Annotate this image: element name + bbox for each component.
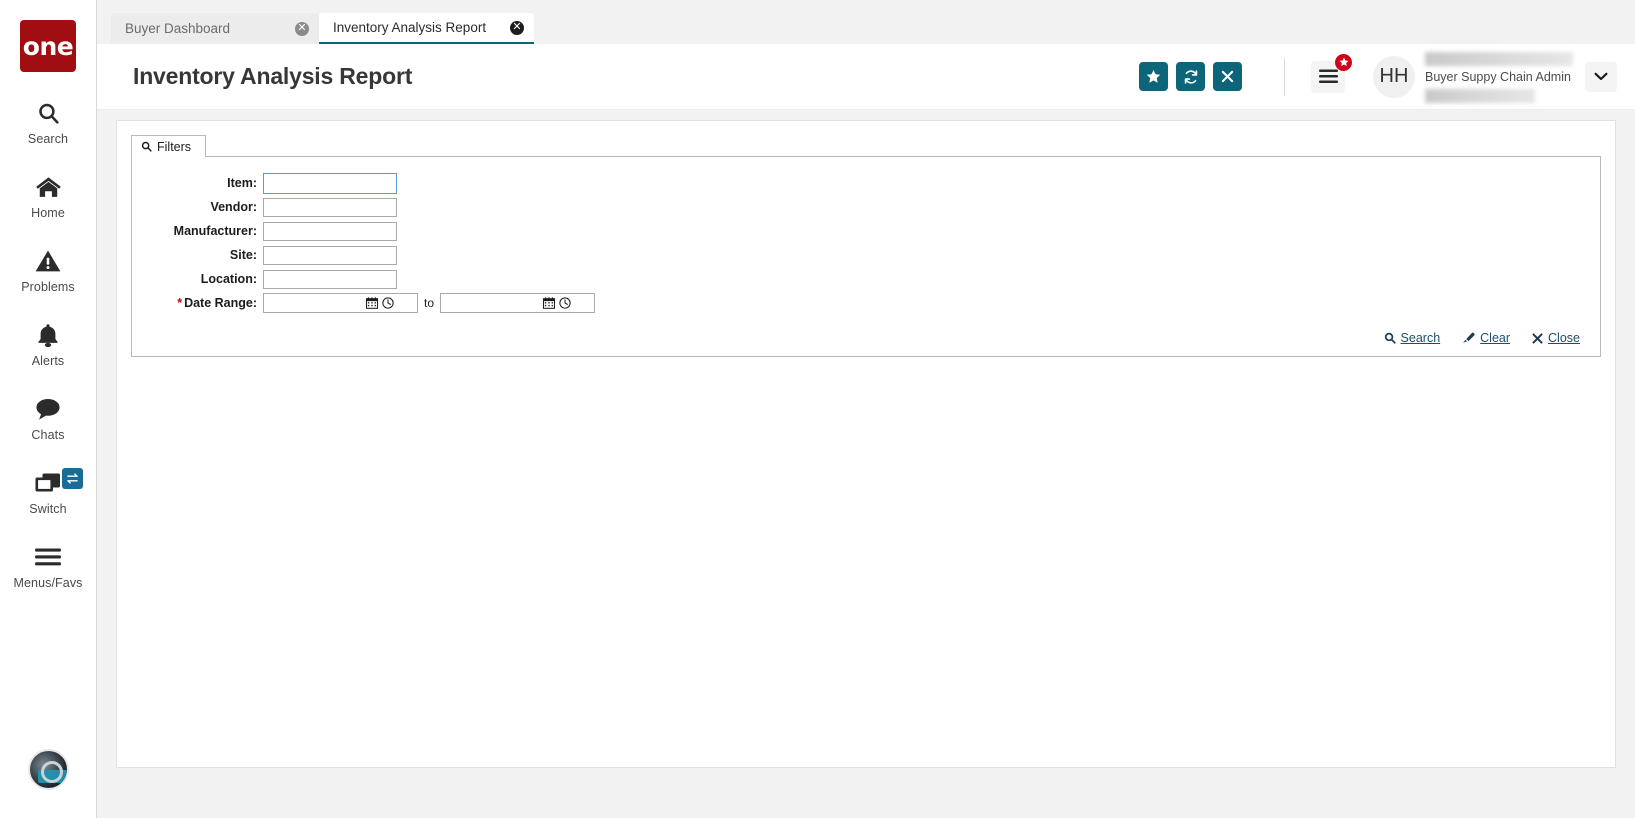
clear-link[interactable]: Clear <box>1462 331 1510 345</box>
item-input[interactable] <box>263 172 397 194</box>
page-header: Inventory Analysis Report HH Buyer Suppy… <box>97 44 1635 110</box>
chat-bubble-icon <box>34 394 62 424</box>
tab-inventory-analysis-report[interactable]: Inventory Analysis Report ✕ <box>319 13 534 44</box>
vendor-input[interactable] <box>263 197 397 217</box>
close-button[interactable] <box>1213 62 1242 91</box>
x-icon <box>1221 70 1234 83</box>
field-row-site: Site: <box>146 243 1586 267</box>
header-divider <box>1284 57 1285 96</box>
date-to-group <box>440 293 596 313</box>
tab-buyer-dashboard[interactable]: Buyer Dashboard ✕ <box>111 13 319 44</box>
site-label: Site: <box>229 248 257 262</box>
user-info-block: Buyer Suppy Chain Admin <box>1425 50 1573 104</box>
location-input[interactable] <box>263 269 397 289</box>
filters-tab-row: Filters <box>131 134 1601 157</box>
field-row-vendor: Vendor: <box>146 195 1586 219</box>
date-from-input[interactable] <box>264 294 364 312</box>
home-icon <box>35 172 62 202</box>
redacted-user-name <box>1425 51 1573 66</box>
header-action-buttons <box>1139 62 1242 91</box>
sidebar-item-label: Home <box>31 206 65 220</box>
date-to-input[interactable] <box>441 294 542 312</box>
swap-arrows-icon[interactable] <box>61 468 83 489</box>
hamburger-icon <box>33 542 63 572</box>
clear-link-label: Clear <box>1480 331 1511 345</box>
x-icon <box>1532 332 1543 344</box>
field-row-location: Location: <box>146 267 1586 291</box>
date-range-label: * Date Range: <box>146 296 263 310</box>
search-link[interactable]: Search <box>1384 331 1441 345</box>
search-link-label: Search <box>1400 331 1441 345</box>
calendar-icon[interactable] <box>364 294 380 312</box>
content-area: Filters Item: Vendor: Manufacturer: Site… <box>97 110 1635 818</box>
eraser-icon <box>1462 332 1475 344</box>
sidebar-item-home[interactable]: Home <box>0 172 97 220</box>
clock-icon[interactable] <box>380 294 396 312</box>
field-row-item: Item: <box>146 171 1586 195</box>
hamburger-icon <box>1318 69 1338 84</box>
field-row-date-range: * Date Range: to <box>146 291 1586 315</box>
windows-stack-icon <box>33 468 63 498</box>
sidebar-item-label: Chats <box>31 428 65 442</box>
tab-label: Inventory Analysis Report <box>333 20 487 35</box>
sidebar-item-chats[interactable]: Chats <box>0 394 97 442</box>
close-circle-icon[interactable]: ✕ <box>510 20 524 35</box>
filters-tab-label: Filters <box>157 139 192 154</box>
left-sidebar: one Search Home Problems Alerts Chats Sw… <box>0 0 97 818</box>
user-role-label: Buyer Suppy Chain Admin <box>1425 69 1571 84</box>
calendar-icon[interactable] <box>541 294 557 312</box>
tab-filters[interactable]: Filters <box>131 135 207 157</box>
site-input[interactable] <box>263 245 397 265</box>
refresh-button[interactable] <box>1176 62 1205 91</box>
redacted-user-detail <box>1425 88 1535 103</box>
refresh-icon <box>1183 69 1199 85</box>
filter-actions: Search Clear Close <box>146 315 1586 345</box>
tab-label: Buyer Dashboard <box>125 21 231 36</box>
tab-strip: Buyer Dashboard ✕ Inventory Analysis Rep… <box>97 0 1635 44</box>
bell-icon <box>36 320 60 350</box>
sidebar-item-switch[interactable]: Switch <box>0 468 97 516</box>
warning-triangle-icon <box>35 246 61 276</box>
menus-favorites-button[interactable] <box>1311 53 1352 93</box>
vendor-label: Vendor: <box>210 200 257 214</box>
one-network-logo: one <box>20 20 76 72</box>
search-icon <box>141 141 152 152</box>
sidebar-item-label: Menus/Favs <box>13 576 83 590</box>
date-from-group <box>263 293 418 313</box>
report-card: Filters Item: Vendor: Manufacturer: Site… <box>116 120 1616 768</box>
sidebar-item-label: Switch <box>29 502 67 516</box>
favorite-button[interactable] <box>1139 62 1168 91</box>
sidebar-item-label: Problems <box>21 280 75 294</box>
user-menu-dropdown-button[interactable] <box>1585 61 1617 92</box>
sidebar-item-label: Search <box>27 132 69 146</box>
date-range-separator: to <box>424 296 435 310</box>
manufacturer-label: Manufacturer: <box>173 224 257 238</box>
search-icon <box>36 98 61 128</box>
sidebar-item-alerts[interactable]: Alerts <box>0 320 97 368</box>
filters-panel: Item: Vendor: Manufacturer: Site: Locati… <box>131 156 1601 357</box>
close-circle-icon[interactable]: ✕ <box>295 21 309 36</box>
clock-icon[interactable] <box>557 294 573 312</box>
close-link[interactable]: Close <box>1532 331 1580 345</box>
star-icon <box>1146 69 1161 84</box>
app-root: one Search Home Problems Alerts Chats Sw… <box>0 0 1635 818</box>
sidebar-item-menus-favs[interactable]: Menus/Favs <box>0 542 97 590</box>
user-avatar[interactable]: HH <box>1373 55 1415 98</box>
location-label: Location: <box>200 272 257 286</box>
required-marker: * <box>177 296 183 310</box>
search-icon <box>1384 332 1396 344</box>
manufacturer-input[interactable] <box>263 221 397 241</box>
avatar[interactable] <box>28 749 69 790</box>
page-title: Inventory Analysis Report <box>133 63 413 89</box>
sidebar-item-search[interactable]: Search <box>0 98 97 146</box>
main-area: Buyer Dashboard ✕ Inventory Analysis Rep… <box>97 0 1635 818</box>
sidebar-item-problems[interactable]: Problems <box>0 246 97 294</box>
close-link-label: Close <box>1548 331 1580 345</box>
item-label: Item: <box>227 176 257 190</box>
star-icon <box>1335 53 1352 71</box>
chevron-down-icon <box>1594 72 1608 81</box>
field-row-manufacturer: Manufacturer: <box>146 219 1586 243</box>
date-range-label-text: Date Range: <box>184 296 257 310</box>
sidebar-item-label: Alerts <box>31 354 65 368</box>
